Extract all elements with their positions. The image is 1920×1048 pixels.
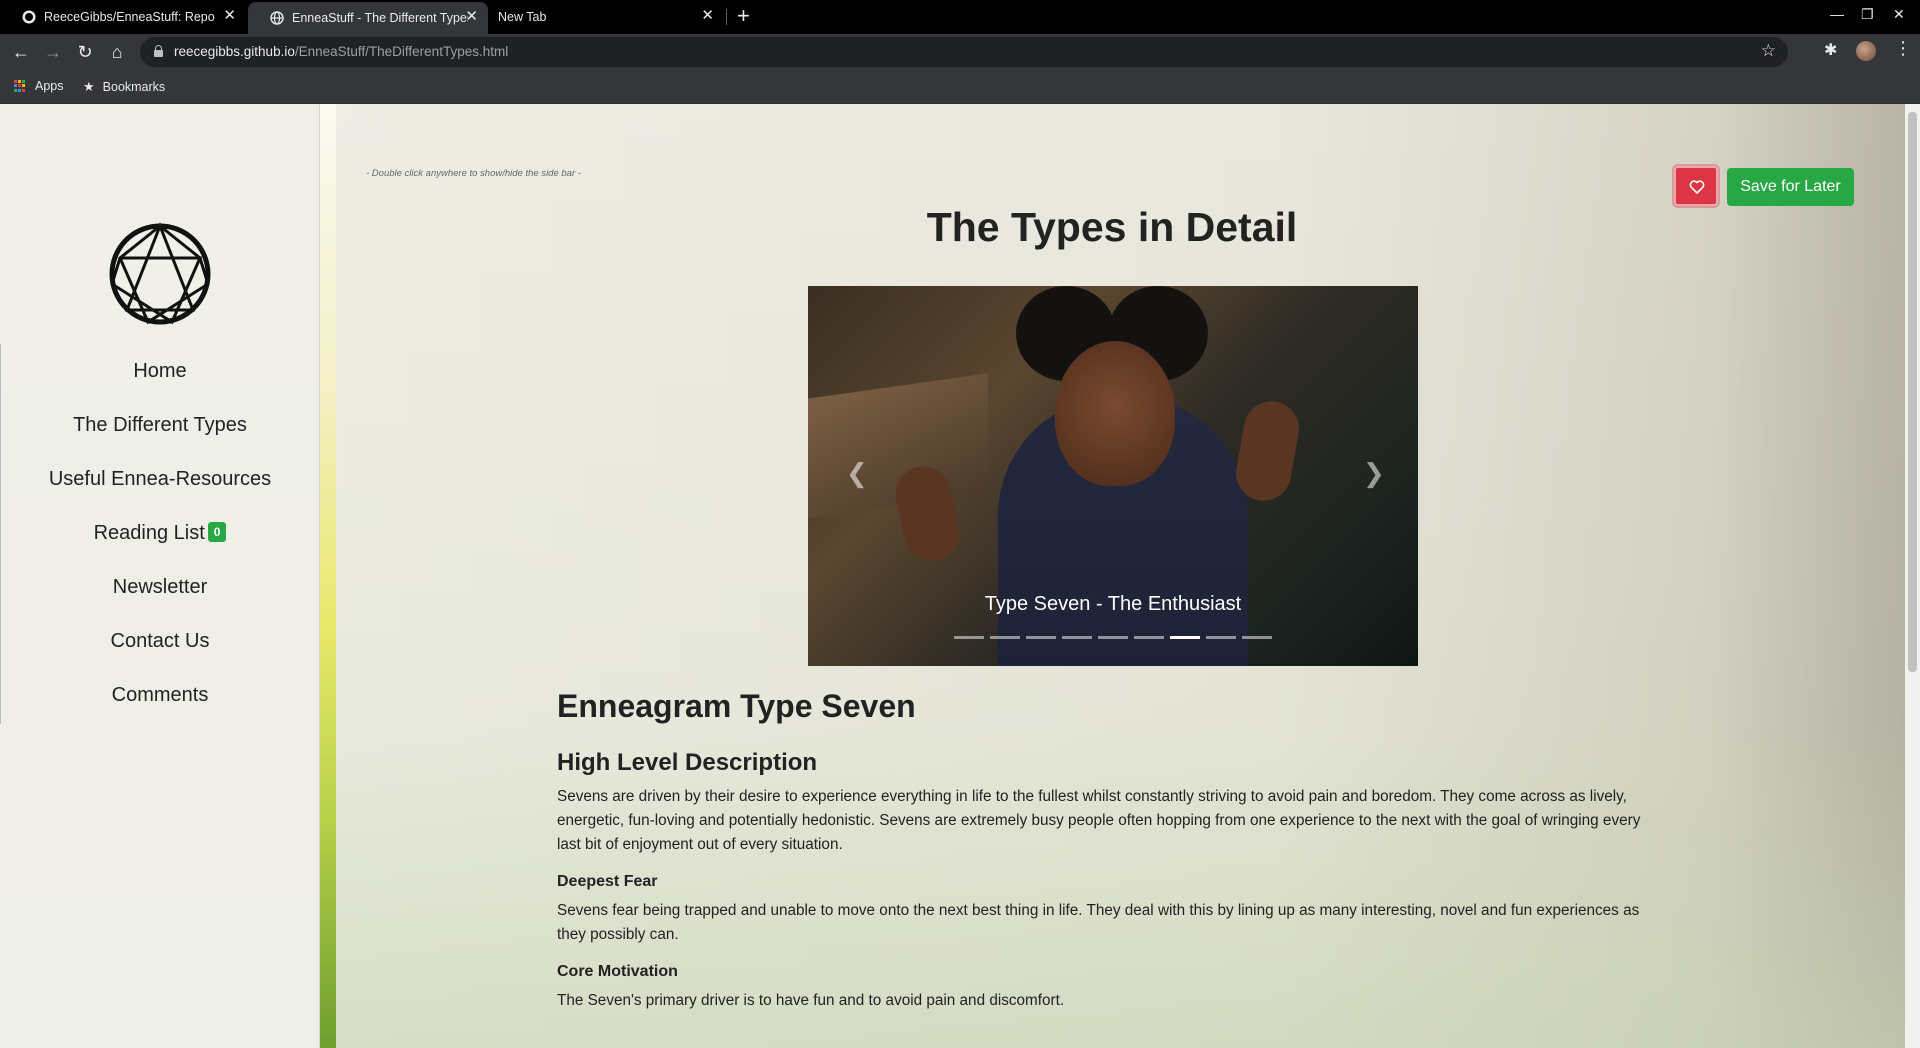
- tab-strip: ReeceGibbs/EnneaStuff: Repo ✕ EnneaStuff…: [0, 0, 1920, 34]
- tab-title: New Tab: [498, 10, 547, 24]
- carousel-caption: Type Seven - The Enthusiast: [984, 593, 1242, 615]
- apps-label: Apps: [35, 79, 64, 93]
- tab-separator: [726, 9, 727, 25]
- save-for-later-button[interactable]: Save for Later: [1727, 168, 1854, 206]
- lock-icon: [154, 45, 163, 57]
- favourite-button[interactable]: [1674, 166, 1718, 206]
- main-content: - Double click anywhere to show/hide the…: [336, 104, 1905, 1048]
- core-motivation-text: The Seven's primary driver is to have fu…: [557, 992, 1065, 1009]
- carousel-indicator[interactable]: [1026, 636, 1056, 639]
- new-tab-icon[interactable]: +: [737, 4, 750, 28]
- apps-bookmark[interactable]: Apps: [14, 79, 64, 93]
- forward-icon[interactable]: →: [41, 40, 65, 64]
- sidebar-item-newsletter[interactable]: Newsletter: [0, 576, 320, 599]
- sidebar-item-contact[interactable]: Contact Us: [0, 630, 320, 653]
- types-carousel[interactable]: ❮ ❯ Type Seven - The Enthusiast: [808, 286, 1418, 666]
- high-level-title: High Level Description: [557, 749, 818, 776]
- minimize-icon[interactable]: —: [1830, 6, 1844, 22]
- sidebar-item-label: Comments: [111, 684, 209, 706]
- section-title: Enneagram Type Seven: [557, 688, 916, 724]
- url-host: reecegibbs.github.io: [174, 44, 295, 59]
- sidebar-item-reading-list[interactable]: Reading List 0: [0, 521, 320, 545]
- bookmarks-bar: Apps ★ Bookmarks: [0, 70, 1920, 104]
- core-motivation-title: Core Motivation: [557, 963, 678, 980]
- carousel-indicator[interactable]: [1170, 636, 1200, 639]
- extensions-icon[interactable]: ✱: [1824, 40, 1837, 60]
- sidebar-item-comments[interactable]: Comments: [0, 684, 320, 707]
- carousel-indicator[interactable]: [1242, 636, 1272, 639]
- carousel-indicator[interactable]: [1206, 636, 1236, 639]
- back-icon[interactable]: ←: [9, 40, 33, 64]
- chevron-left-icon[interactable]: ❮: [846, 458, 868, 489]
- scrollbar-thumb[interactable]: [1908, 112, 1917, 672]
- menu-icon[interactable]: ⋮: [1894, 38, 1912, 59]
- sidebar-item-label: Useful Ennea-Resources: [48, 468, 272, 490]
- close-icon[interactable]: ✕: [465, 9, 478, 25]
- restore-icon[interactable]: ❐: [1861, 6, 1874, 23]
- globe-icon: [270, 11, 284, 25]
- sidebar-item-home[interactable]: Home: [0, 360, 320, 383]
- browser-toolbar: ← → ↻ ⌂ reecegibbs.github.io/EnneaStuff/…: [0, 34, 1920, 70]
- apps-grid-icon: [14, 79, 27, 93]
- heart-icon: [1689, 180, 1705, 194]
- sidebar-item-label: The Different Types: [73, 414, 247, 436]
- sidebar-item-resources[interactable]: Useful Ennea-Resources: [0, 468, 320, 491]
- sidebar: Home The Different Types Useful Ennea-Re…: [0, 104, 320, 1048]
- reading-list-count-badge: 0: [207, 521, 227, 542]
- carousel-indicator[interactable]: [990, 636, 1020, 639]
- enneagram-logo[interactable]: [108, 222, 212, 326]
- page-title: The Types in Detail: [926, 204, 1298, 250]
- close-icon[interactable]: ✕: [701, 8, 714, 24]
- tab-github[interactable]: ReeceGibbs/EnneaStuff: Repo ✕: [0, 0, 246, 34]
- tab-title: EnneaStuff - The Different Types: [292, 11, 468, 25]
- deepest-fear-title: Deepest Fear: [557, 873, 658, 890]
- home-icon[interactable]: ⌂: [105, 40, 129, 64]
- chevron-right-icon[interactable]: ❯: [1363, 458, 1385, 489]
- carousel-indicator[interactable]: [1098, 636, 1128, 639]
- url-text: reecegibbs.github.io/EnneaStuff/TheDiffe…: [174, 44, 508, 59]
- sidebar-toggle-hint: - Double click anywhere to show/hide the…: [366, 168, 581, 179]
- sidebar-item-label: Newsletter: [112, 576, 208, 598]
- tab-enneastuff[interactable]: EnneaStuff - The Different Types ✕: [248, 2, 488, 34]
- reload-icon[interactable]: ↻: [73, 40, 97, 64]
- type-details: Enneagram Type Seven High Level Descript…: [557, 688, 1667, 1029]
- sidebar-item-label: Home: [133, 360, 187, 382]
- page-viewport: Home The Different Types Useful Ennea-Re…: [0, 104, 1905, 1048]
- bookmark-star-icon[interactable]: ☆: [1761, 41, 1776, 61]
- tab-title: ReeceGibbs/EnneaStuff: Repo: [44, 10, 215, 24]
- close-icon[interactable]: ✕: [223, 8, 236, 24]
- github-icon: [22, 10, 36, 24]
- address-bar[interactable]: reecegibbs.github.io/EnneaStuff/TheDiffe…: [140, 37, 1788, 67]
- carousel-indicator[interactable]: [1134, 636, 1164, 639]
- carousel-indicators: [954, 636, 1272, 639]
- url-path: /EnneaStuff/TheDifferentTypes.html: [294, 44, 509, 59]
- close-window-icon[interactable]: ✕: [1893, 6, 1905, 23]
- sidebar-edge: [320, 104, 336, 1048]
- bookmarks-label: Bookmarks: [102, 80, 166, 94]
- bookmarks-folder[interactable]: ★ Bookmarks: [83, 79, 165, 95]
- tab-new[interactable]: New Tab ✕: [488, 0, 724, 34]
- carousel-indicator[interactable]: [954, 636, 984, 639]
- deepest-fear-text: Sevens fear being trapped and unable to …: [557, 902, 1640, 943]
- high-level-text: Sevens are driven by their desire to exp…: [557, 788, 1641, 853]
- profile-avatar[interactable]: [1856, 41, 1876, 61]
- sidebar-item-label: Reading List: [93, 522, 205, 544]
- sidebar-item-different-types[interactable]: The Different Types: [0, 414, 320, 437]
- star-icon: ★: [83, 79, 95, 94]
- page-scrollbar[interactable]: [1905, 104, 1920, 1048]
- sidebar-item-label: Contact Us: [110, 630, 210, 652]
- carousel-indicator[interactable]: [1062, 636, 1092, 639]
